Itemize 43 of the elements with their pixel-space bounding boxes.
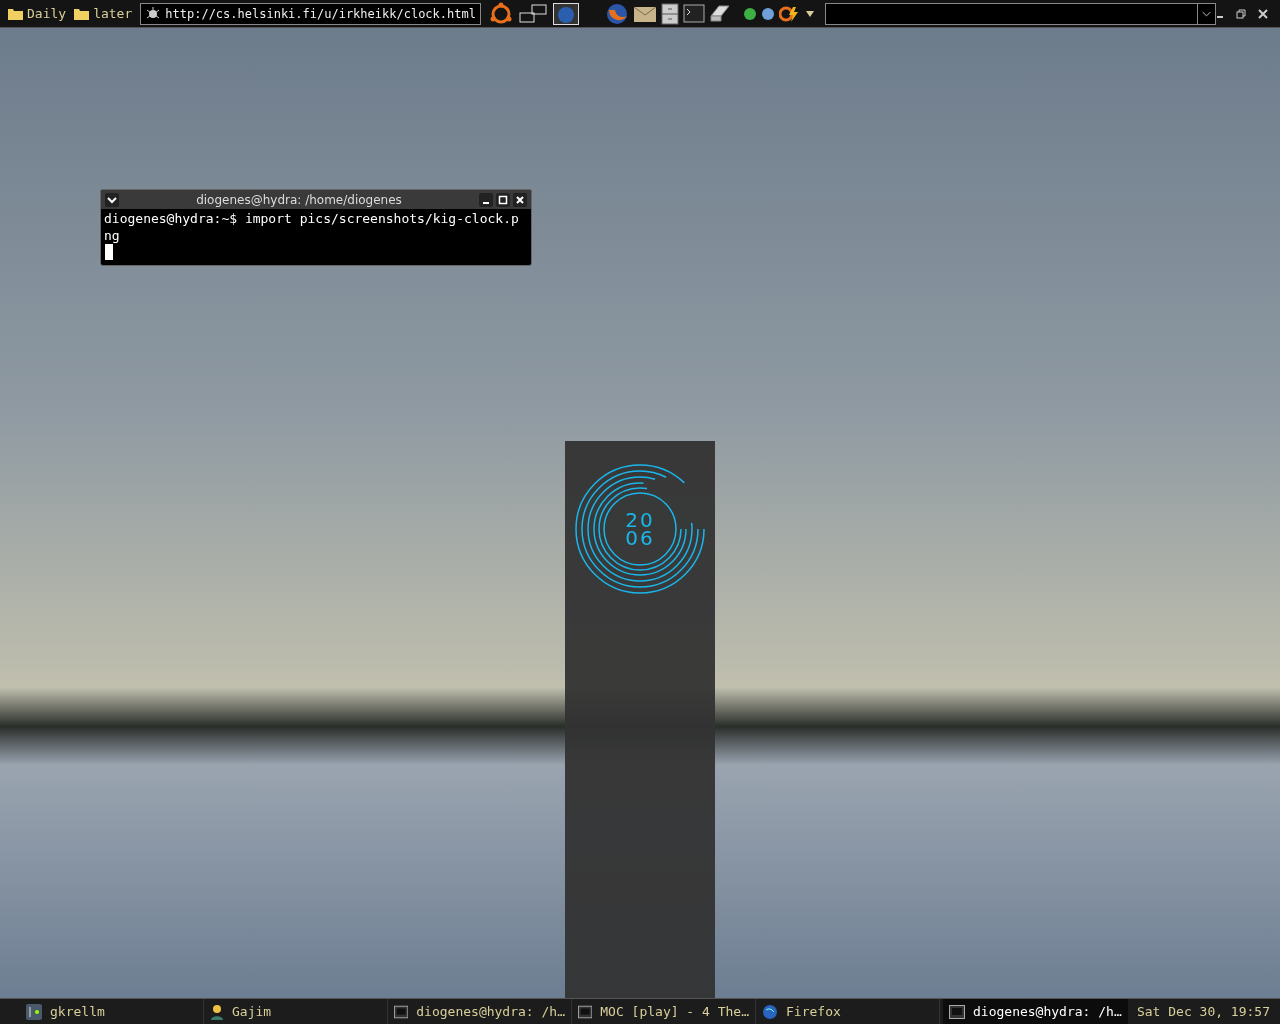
terminal-icon: [578, 1004, 593, 1019]
terminal-line: diogenes@hydra:~$ import pics/screenshots/kig-clock.p: [104, 210, 520, 227]
url-text: http://cs.helsinki.fi/u/irkheikk/clock.html: [165, 5, 476, 23]
firefox-icon[interactable]: [604, 1, 629, 26]
taskbar-button[interactable]: Firefox: [756, 999, 940, 1024]
taskbar-button[interactable]: diogenes@hydra: /h…: [388, 999, 572, 1024]
restore-icon[interactable]: [1236, 8, 1246, 19]
url-field[interactable]: http://cs.helsinki.fi/u/irkheikk/clock.html: [140, 2, 481, 25]
drive-icon[interactable]: [708, 3, 731, 24]
clock-digits: 20: [625, 511, 655, 529]
taskbar-button[interactable]: gkrellm: [20, 999, 204, 1024]
globe-window-icon[interactable]: [552, 2, 579, 25]
folder-icon: [74, 7, 90, 20]
minimize-icon[interactable]: [479, 192, 493, 207]
terminal-line: ng: [104, 227, 121, 244]
globe-icon[interactable]: [760, 6, 775, 21]
taskbar-button[interactable]: diogenes@hydra: /h…: [943, 999, 1128, 1024]
monitor-app-icon: [26, 1003, 42, 1020]
text-cursor: [105, 244, 113, 260]
bookmark-link[interactable]: later: [74, 3, 133, 24]
cabinet-icon[interactable]: [660, 2, 679, 25]
window-title: diogenes@hydra: /home/diogenes: [195, 191, 403, 209]
person-icon: [210, 1003, 224, 1020]
combo-field[interactable]: [824, 2, 1216, 25]
taskbar-button[interactable]: MOC [play] - 4 The…: [572, 999, 756, 1024]
taskbar-button[interactable]: Gajim: [204, 999, 388, 1024]
ring-logo-icon[interactable]: [488, 1, 513, 26]
caret-icon[interactable]: [804, 9, 815, 18]
globe-icon: [762, 1003, 778, 1020]
clock-digits: 06: [625, 529, 655, 547]
maximize-icon[interactable]: [496, 192, 510, 207]
lightning-icon[interactable]: [778, 4, 801, 23]
menu-icon[interactable]: [105, 192, 119, 207]
clock-text: Sat Dec 30, 19:57: [1136, 1002, 1271, 1021]
close-icon[interactable]: [1258, 8, 1268, 19]
terminal-icon: [949, 1004, 965, 1019]
windows-icon[interactable]: [518, 3, 547, 24]
status-dot-icon[interactable]: [742, 6, 757, 21]
terminal-icon: [394, 1004, 409, 1019]
terminal-icon[interactable]: [682, 3, 705, 24]
bookmark-link[interactable]: Daily: [8, 3, 67, 24]
close-icon[interactable]: [513, 192, 527, 207]
folder-icon: [8, 7, 23, 20]
